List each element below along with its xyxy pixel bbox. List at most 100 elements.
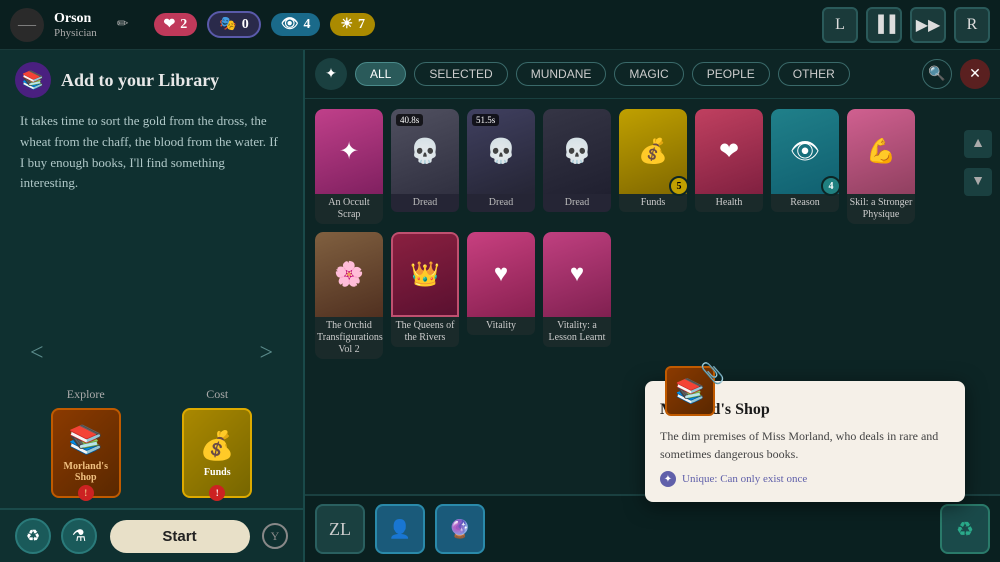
card-image: 🌸 [315, 232, 383, 317]
panel-body-text: It takes time to sort the gold from the … [20, 111, 283, 194]
card-image: ♥ [543, 232, 611, 317]
filter-other[interactable]: OTHER [778, 62, 850, 86]
card-icon: 💀 [562, 137, 592, 166]
right-panel: ✦ ALL SELECTED MUNDANE MAGIC PEOPLE OTHE… [305, 50, 1000, 562]
edit-icon[interactable]: ✏ [117, 16, 129, 33]
sun-icon: ☀ [340, 16, 353, 33]
mask-value: 0 [242, 17, 249, 33]
btn-character[interactable]: 👤 [375, 504, 425, 554]
filter-magic[interactable]: MAGIC [614, 62, 683, 86]
player-class: Physician [54, 27, 97, 39]
explore-label: Explore [67, 387, 105, 402]
tooltip-clip: 📎 [700, 361, 725, 386]
funds-icon: 💰 [200, 429, 235, 463]
heart-value: 2 [180, 17, 187, 33]
card-timer: 51.5s [472, 114, 499, 126]
card-image: ♥ [467, 232, 535, 317]
panel-header: 📚 Add to your Library [0, 50, 303, 106]
card-health[interactable]: ❤ Health [695, 109, 763, 224]
btn-orb[interactable]: 🔮 [435, 504, 485, 554]
btn-refresh[interactable]: ♻ [940, 504, 990, 554]
player-info: Orson Physician [54, 11, 97, 39]
explore-cost-section: Explore 📚 Morland's Shop ! Cost 💰 Funds … [0, 377, 303, 508]
btn-forward[interactable]: ▶▶ [910, 7, 946, 43]
card-image: ❤ [695, 109, 763, 194]
card-reason[interactable]: 👁 4 Reason [771, 109, 839, 224]
card-badge: 5 [669, 176, 687, 196]
card-dread-2[interactable]: 💀 51.5s Dread [467, 109, 535, 224]
tooltip-popup: 📚 📎 Morland's Shop The dim premises of M… [645, 381, 965, 502]
explore-slot: Explore 📚 Morland's Shop ! [51, 387, 121, 498]
card-image: 💀 [543, 109, 611, 194]
card-vitality[interactable]: ♥ Vitality [467, 232, 535, 359]
filter-selected[interactable]: SELECTED [414, 62, 507, 86]
card-icon: ♥ [570, 261, 584, 288]
close-filter-button[interactable]: ✕ [960, 59, 990, 89]
player-name: Orson [54, 11, 97, 27]
card-name: The Orchid Transfigurations, Vol 2 [315, 317, 383, 359]
panel-nav: < > [0, 330, 303, 377]
cost-card[interactable]: 💰 Funds ! [182, 408, 252, 498]
card-image: 💀 51.5s [467, 109, 535, 194]
shop-name: Morland's Shop [53, 461, 119, 483]
left-panel: 📚 Add to your Library It takes time to s… [0, 50, 305, 562]
top-bar: — Orson Physician ✏ ❤ 2 🎭 0 👁 4 ☀ 7 L ▐▐… [0, 0, 1000, 50]
card-icon: ✦ [339, 137, 359, 166]
card-orchid[interactable]: 🌸 The Orchid Transfigurations, Vol 2 [315, 232, 383, 359]
card-name: Dread [543, 194, 611, 212]
sun-value: 7 [358, 17, 365, 33]
recycle-icon-btn[interactable]: ♻ [15, 518, 51, 554]
close-button[interactable]: — [10, 8, 44, 42]
heart-icon: ❤ [164, 16, 176, 33]
potion-icon-btn[interactable]: ⚗ [61, 518, 97, 554]
shop-icon: 📚 [68, 423, 103, 457]
top-bar-right: L ▐▐ ▶▶ R [822, 7, 990, 43]
nav-prev[interactable]: < [15, 335, 59, 372]
scroll-up[interactable]: ▲ [964, 130, 992, 158]
card-vitality-lesson[interactable]: ♥ Vitality: a Lesson Learnt [543, 232, 611, 359]
filter-mundane[interactable]: MUNDANE [516, 62, 607, 86]
card-occult-scrap[interactable]: ✦ An Occult Scrap [315, 109, 383, 224]
shop-badge: ! [78, 485, 94, 501]
card-dread-3[interactable]: 💀 Dread [543, 109, 611, 224]
card-icon: 💪 [866, 137, 896, 166]
card-name: Dread [391, 194, 459, 212]
btn-r[interactable]: R [954, 7, 990, 43]
filter-all[interactable]: ALL [355, 62, 406, 86]
explore-card[interactable]: 📚 Morland's Shop ! [51, 408, 121, 498]
stat-mask: 🎭 0 [207, 11, 260, 38]
unique-text: Unique: Can only exist once [682, 473, 807, 485]
btn-zl[interactable]: ZL [315, 504, 365, 554]
mask-icon: 🎭 [219, 16, 236, 33]
scroll-down[interactable]: ▼ [964, 168, 992, 196]
stat-heart: ❤ 2 [154, 13, 198, 36]
card-image: ✦ [315, 109, 383, 194]
card-timer: 40.8s [396, 114, 423, 126]
btn-l[interactable]: L [822, 7, 858, 43]
card-icon: ❤ [719, 137, 739, 166]
panel-icon: 📚 [15, 62, 51, 98]
scroll-arrows: ▲ ▼ [964, 130, 992, 196]
stat-eye: 👁 4 [271, 13, 321, 36]
cost-slot: Cost 💰 Funds ! [182, 387, 252, 498]
filter-people[interactable]: PEOPLE [692, 62, 770, 86]
card-name: Reason [771, 194, 839, 212]
search-button[interactable]: 🔍 [922, 59, 952, 89]
tooltip-unique: ✦ Unique: Can only exist once [660, 471, 950, 487]
card-skil[interactable]: 💪 Skil: a Stronger Physique [847, 109, 915, 224]
card-dread-1[interactable]: 💀 40.8s Dread [391, 109, 459, 224]
btn-y[interactable]: Y [262, 523, 288, 549]
card-image: 💀 40.8s [391, 109, 459, 194]
cost-label: Cost [206, 387, 228, 402]
card-name: Funds [619, 194, 687, 212]
card-name: Dread [467, 194, 535, 212]
card-name: The Queens of the Rivers [391, 317, 459, 347]
card-queens-rivers[interactable]: 👑 The Queens of the Rivers [391, 232, 459, 359]
nav-next[interactable]: > [244, 335, 288, 372]
card-badge: 4 [821, 176, 839, 196]
card-funds[interactable]: 💰 5 Funds [619, 109, 687, 224]
funds-name: Funds [204, 467, 231, 478]
btn-pause[interactable]: ▐▐ [866, 7, 902, 43]
start-button[interactable]: Start [110, 520, 250, 553]
bottom-bar-left: ♻ ⚗ Start Y [0, 508, 303, 562]
